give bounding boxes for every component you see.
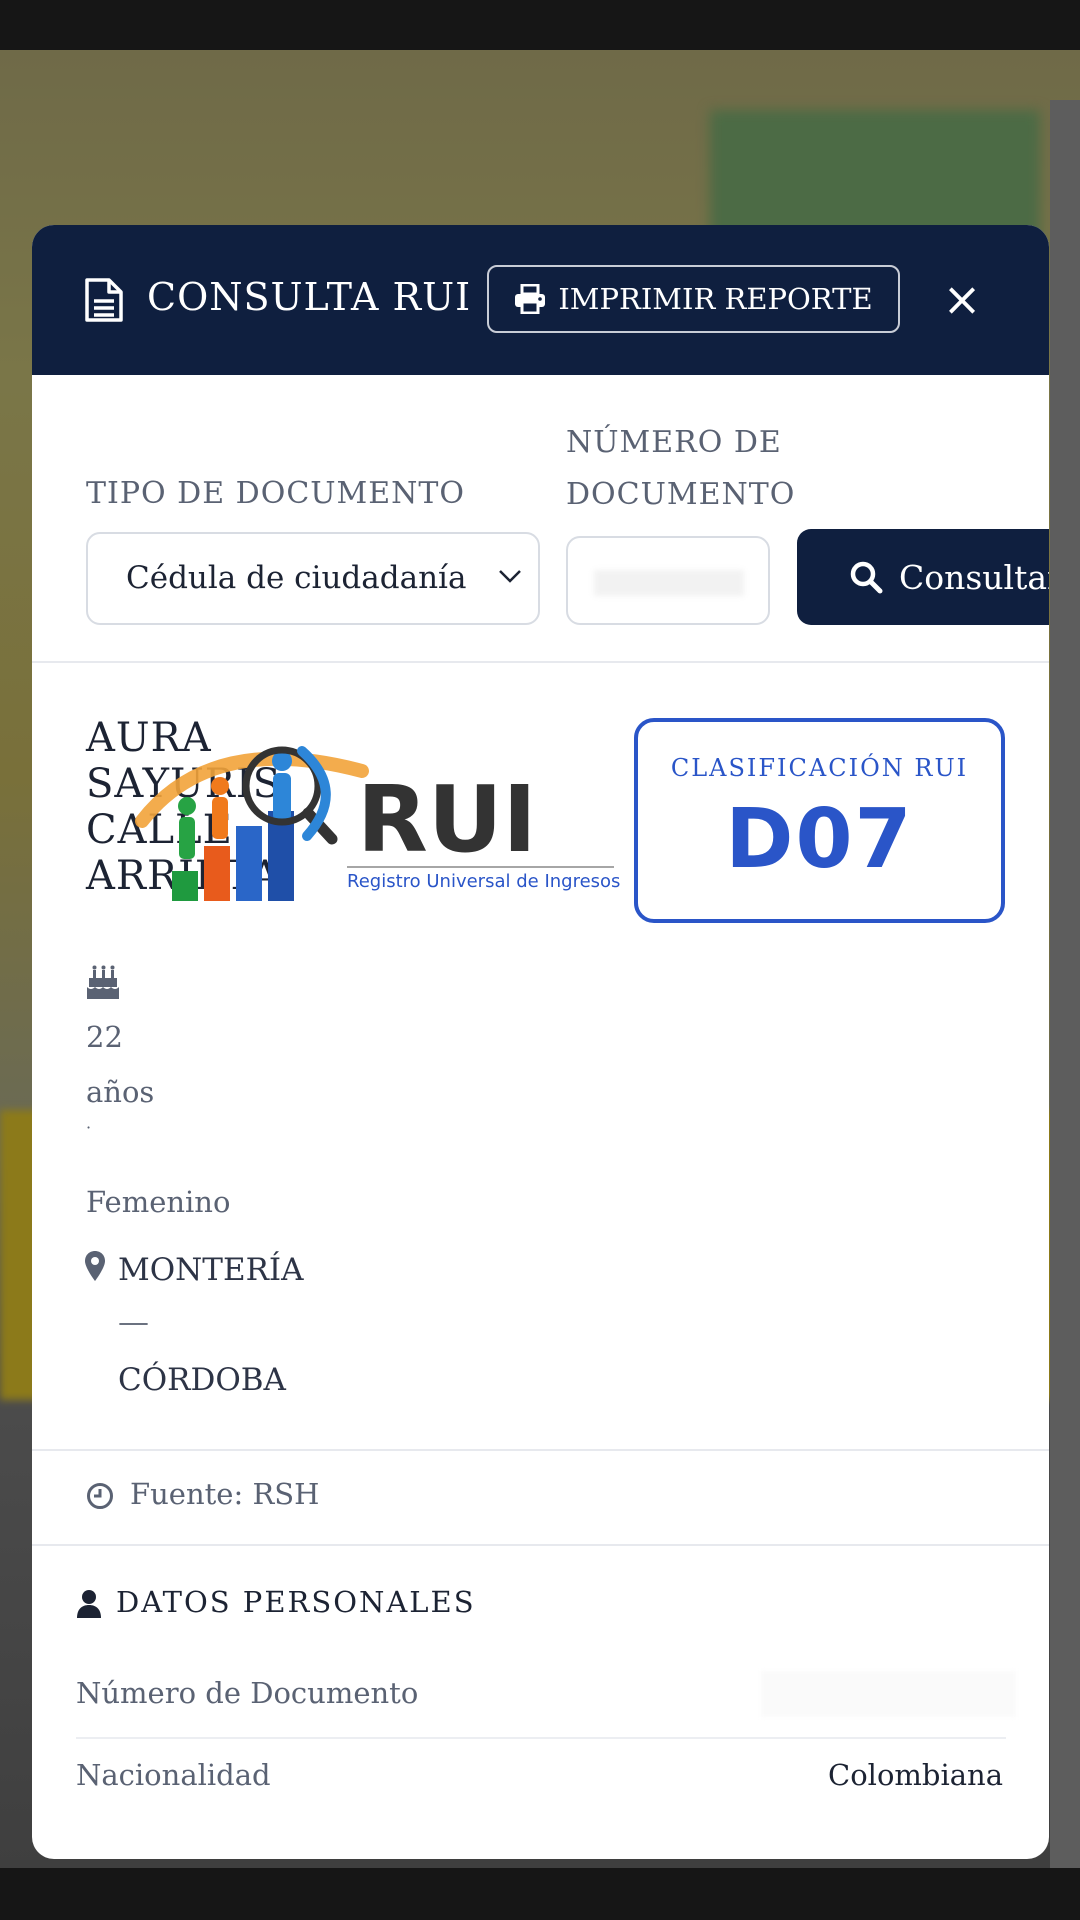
- age-unit: años: [86, 1075, 155, 1109]
- document-type-label: TIPO DE DOCUMENTO: [86, 476, 466, 511]
- consultar-button[interactable]: Consultar: [797, 529, 1049, 625]
- divider: [32, 1449, 1049, 1451]
- document-number-input[interactable]: [566, 536, 770, 625]
- print-report-button[interactable]: IMPRIMIR REPORTE: [487, 265, 900, 333]
- close-button[interactable]: ×: [937, 269, 987, 329]
- chevron-down-icon: [499, 570, 521, 583]
- document-number-label: NÚMERO DE DOCUMENTO: [566, 425, 796, 512]
- classification-value: D07: [725, 792, 914, 887]
- redacted-value: [761, 1671, 1016, 1717]
- rui-logo-subtitle: Registro Universal de Ingresos: [347, 871, 620, 892]
- modal-header: CONSULTA RUI IMPRIMIR REPORTE ×: [32, 225, 1049, 375]
- nationality-row-label: Nacionalidad: [76, 1758, 271, 1792]
- location-department: CÓRDOBA: [118, 1362, 286, 1398]
- redacted-value: [594, 570, 744, 596]
- gender-value: Femenino: [86, 1185, 231, 1219]
- age-value: 22: [86, 1020, 123, 1054]
- divider: [32, 1544, 1049, 1546]
- document-type-value: Cédula de ciudadanía: [126, 560, 467, 596]
- status-bar: [0, 0, 1080, 50]
- classification-label: CLASIFICACIÓN RUI: [670, 754, 969, 782]
- rui-logo-text: RUI: [357, 766, 537, 873]
- map-pin-icon: [85, 1251, 105, 1281]
- print-report-label: IMPRIMIR REPORTE: [558, 282, 873, 316]
- document-number-row-label: Número de Documento: [76, 1676, 419, 1710]
- search-icon: [850, 561, 883, 594]
- modal-title: CONSULTA RUI: [147, 275, 472, 319]
- backdrop-scrollbar: [1050, 100, 1080, 1918]
- location-separator: —: [118, 1304, 149, 1340]
- navigation-bar: [0, 1868, 1080, 1920]
- info-separator: ·: [86, 1118, 92, 1137]
- source-label: Fuente: RSH: [130, 1477, 320, 1511]
- document-icon: [85, 278, 123, 322]
- nationality-row-value: Colombiana: [828, 1758, 1003, 1792]
- location-city: MONTERÍA: [118, 1252, 304, 1288]
- user-icon: [77, 1590, 101, 1618]
- birthday-cake-icon: [87, 965, 119, 999]
- divider: [32, 661, 1049, 663]
- row-divider: [76, 1737, 1006, 1739]
- consultar-label: Consultar: [899, 557, 1049, 597]
- rui-logo: RUI Registro Universal de Ingresos: [135, 746, 620, 901]
- clock-icon: [87, 1483, 113, 1509]
- personal-data-title: DATOS PERSONALES: [116, 1585, 476, 1619]
- consulta-rui-modal: CONSULTA RUI IMPRIMIR REPORTE × TIPO DE …: [32, 225, 1049, 1859]
- classification-card: CLASIFICACIÓN RUI D07: [634, 718, 1005, 923]
- document-type-select[interactable]: Cédula de ciudadanía: [86, 532, 540, 625]
- printer-icon: [515, 284, 546, 314]
